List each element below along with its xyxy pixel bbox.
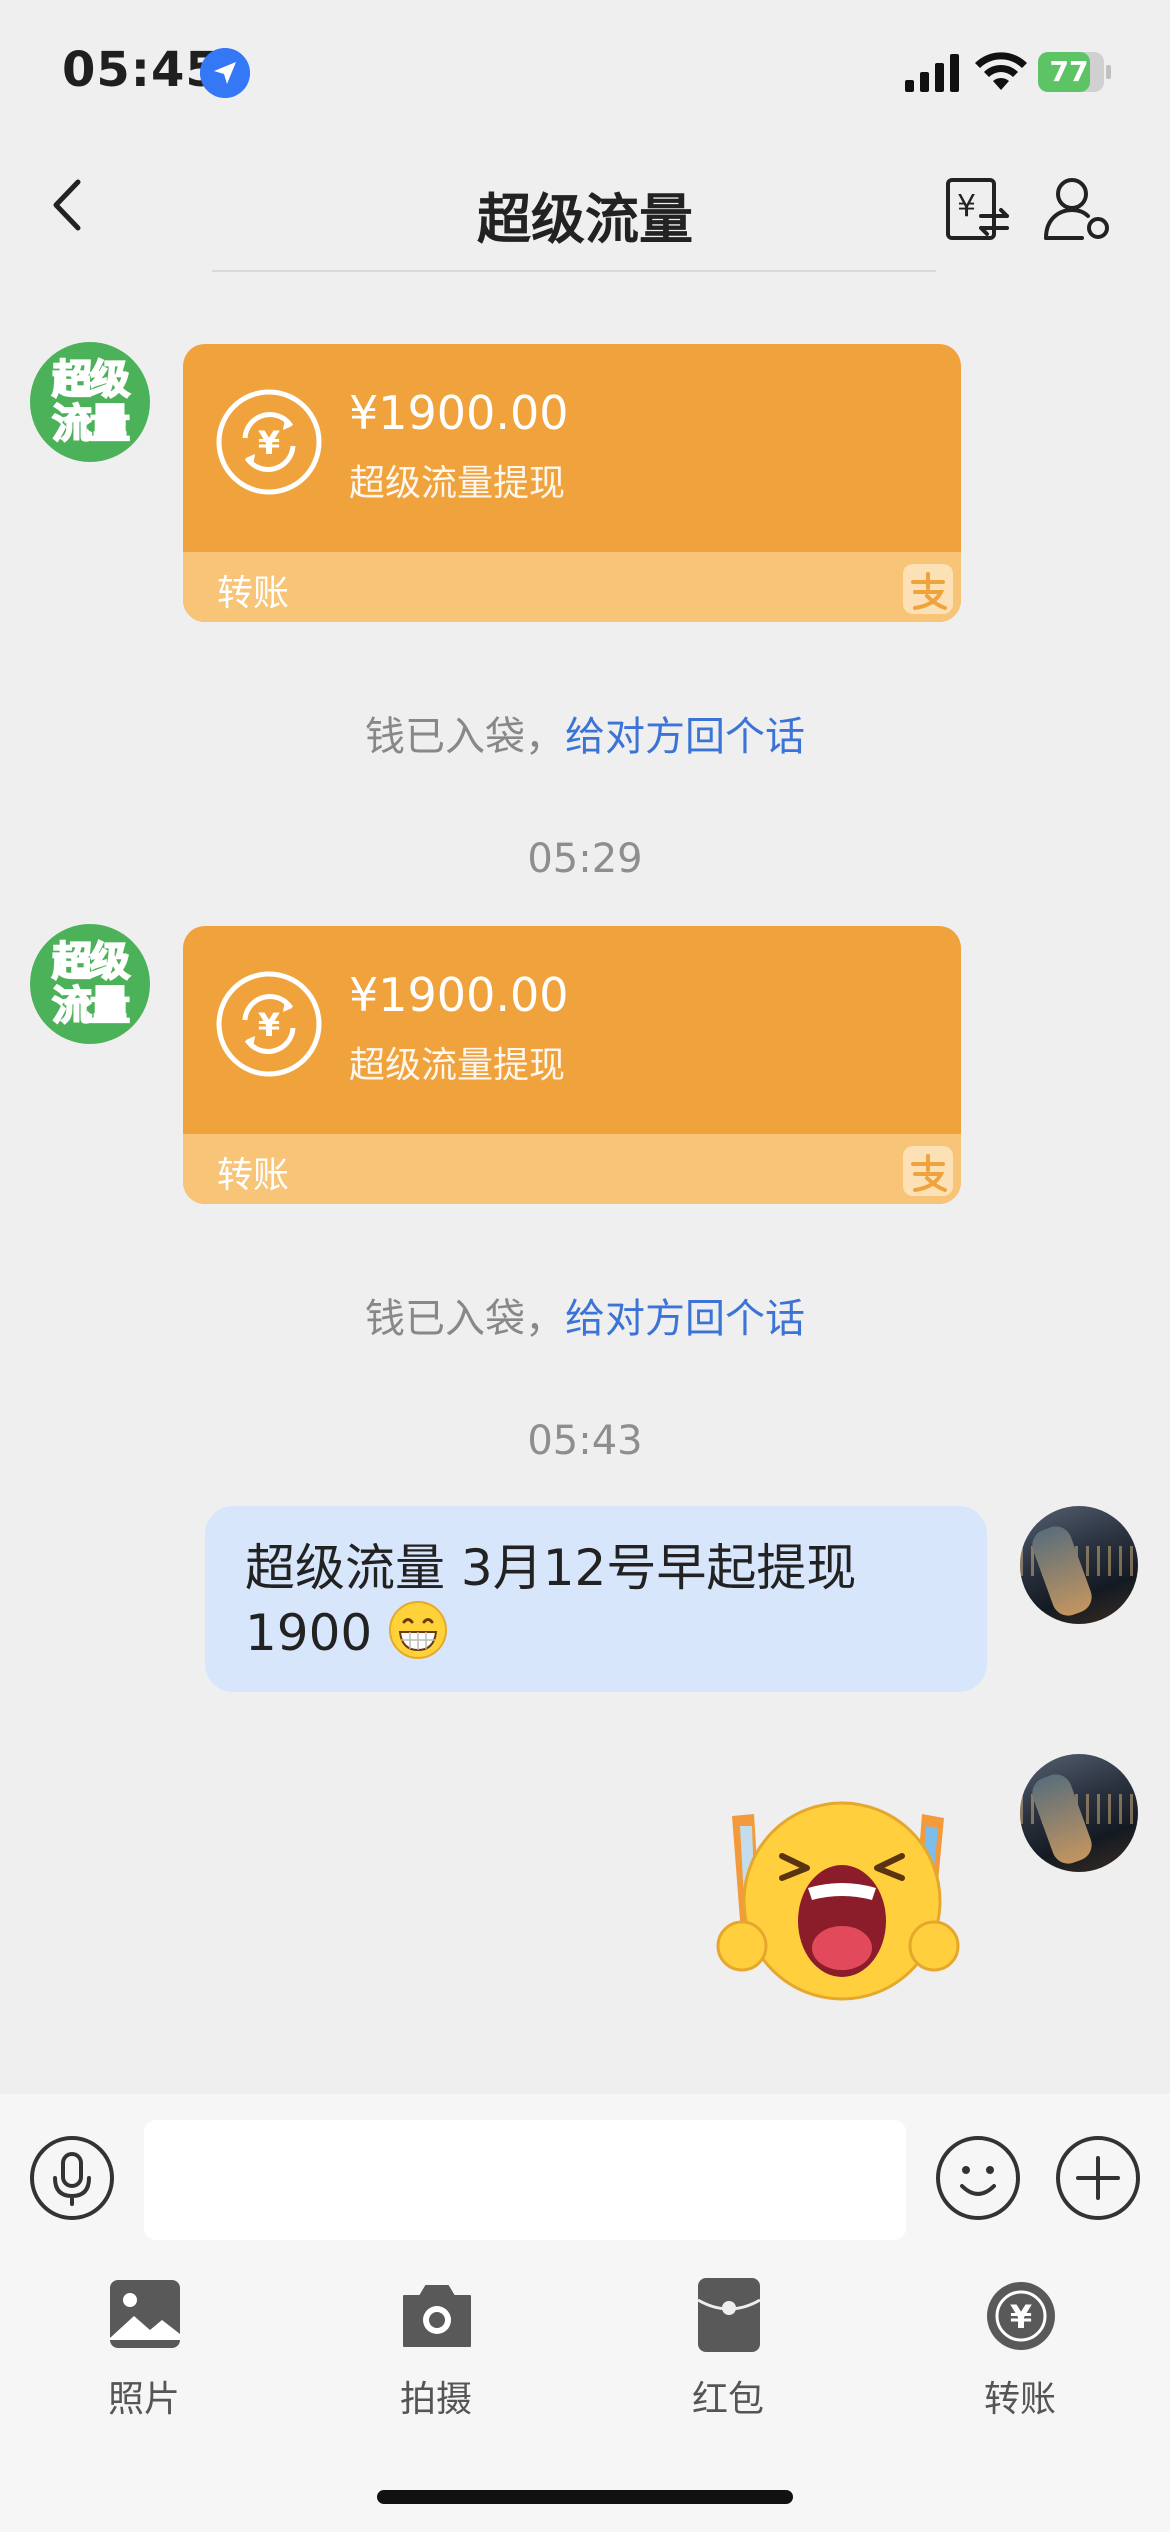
toolbar-label: 拍摄 (399, 2379, 472, 2420)
my-avatar[interactable] (1020, 1506, 1138, 1624)
avatar-text: 超级 (51, 939, 131, 985)
header-divider (212, 270, 936, 272)
toolbar-red-packet[interactable]: 红包 (628, 2274, 828, 2444)
avatar-text: 超级 (51, 357, 131, 403)
transfer-yuan-icon: ¥ (216, 971, 322, 1077)
message-text: 1900 (245, 1604, 373, 1662)
transfer-label: 转账 (217, 1155, 290, 1196)
svg-text:¥: ¥ (258, 1006, 280, 1044)
input-panel: 照片 拍摄 红包 ¥ 转账 (0, 2094, 1170, 2532)
system-note: 钱已入袋，给对方回个话 (0, 1286, 1170, 1344)
status-bar: 05:45 77 (0, 0, 1170, 140)
toolbar-label: 照片 (107, 2379, 180, 2420)
red-packet-icon (697, 2278, 761, 2352)
alipay-icon (903, 1146, 953, 1196)
svg-text:¥: ¥ (957, 189, 976, 224)
status-time: 05:45 (62, 42, 220, 98)
transfer-card[interactable]: ¥ ¥1900.00 超级流量提现 转账 (183, 344, 961, 622)
avatar-text: 流量 (51, 983, 131, 1029)
camera-icon (403, 2285, 471, 2347)
transfer-card-body: ¥ ¥1900.00 超级流量提现 (183, 344, 961, 552)
photo-icon (110, 2280, 180, 2348)
contact-avatar[interactable]: 超级 流量 (30, 342, 150, 462)
crying-emoji-sticker[interactable] (712, 1796, 972, 2006)
transfer-description: 超级流量提现 (349, 1045, 566, 1086)
transfer-label: 转账 (217, 573, 290, 614)
transfer-card[interactable]: ¥ ¥1900.00 超级流量提现 转账 (183, 926, 961, 1204)
timestamp: 05:43 (527, 1418, 643, 1464)
toolbar-label: 红包 (691, 2379, 764, 2420)
toolbar-camera[interactable]: 拍摄 (336, 2274, 536, 2444)
system-note: 钱已入袋，给对方回个话 (0, 704, 1170, 762)
grin-emoji-icon (389, 1601, 448, 1659)
chat-header: 超级流量 ¥ (0, 140, 1170, 270)
transfer-card-footer: 转账 (183, 552, 961, 622)
contact-avatar[interactable]: 超级 流量 (30, 924, 150, 1044)
message-line-with-emoji: 1900 (245, 1600, 947, 1665)
transfer-amount: ¥1900.00 (349, 968, 569, 1022)
message-input[interactable] (144, 2120, 906, 2240)
location-arrow-icon (200, 48, 250, 98)
toolbar-transfer[interactable]: ¥ 转账 (920, 2274, 1120, 2444)
contact-settings-icon[interactable] (1042, 172, 1114, 244)
timestamp: 05:29 (527, 836, 643, 882)
transfer-icon: ¥ (987, 2282, 1055, 2350)
signal-icon (905, 54, 959, 92)
toolbar-label: 转账 (983, 2379, 1056, 2420)
my-avatar[interactable] (1020, 1754, 1138, 1872)
avatar-text: 流量 (51, 401, 131, 447)
toolbar-photo[interactable]: 照片 (44, 2274, 244, 2444)
emoji-button[interactable] (934, 2134, 1022, 2222)
exchange-rate-icon[interactable]: ¥ (945, 176, 1011, 242)
reply-link[interactable]: 给对方回个话 (565, 1296, 805, 1342)
svg-text:¥: ¥ (1010, 2298, 1032, 2336)
battery-level: 77 (1049, 55, 1089, 88)
note-text: 钱已入袋， (365, 714, 565, 760)
my-message-bubble[interactable]: 超级流量 3月12号早起提现 1900 (205, 1506, 987, 1692)
transfer-card-body: ¥ ¥1900.00 超级流量提现 (183, 926, 961, 1134)
home-indicator[interactable] (377, 2490, 793, 2504)
transfer-amount: ¥1900.00 (349, 386, 569, 440)
voice-input-button[interactable] (28, 2134, 116, 2222)
wifi-icon (975, 52, 1027, 90)
message-line: 超级流量 3月12号早起提现 (245, 1539, 857, 1597)
alipay-icon (903, 564, 953, 614)
transfer-card-footer: 转账 (183, 1134, 961, 1204)
svg-text:¥: ¥ (258, 424, 280, 462)
reply-link[interactable]: 给对方回个话 (565, 714, 805, 760)
note-text: 钱已入袋， (365, 1296, 565, 1342)
more-button[interactable] (1054, 2134, 1142, 2222)
transfer-description: 超级流量提现 (349, 463, 566, 504)
transfer-yuan-icon: ¥ (216, 389, 322, 495)
